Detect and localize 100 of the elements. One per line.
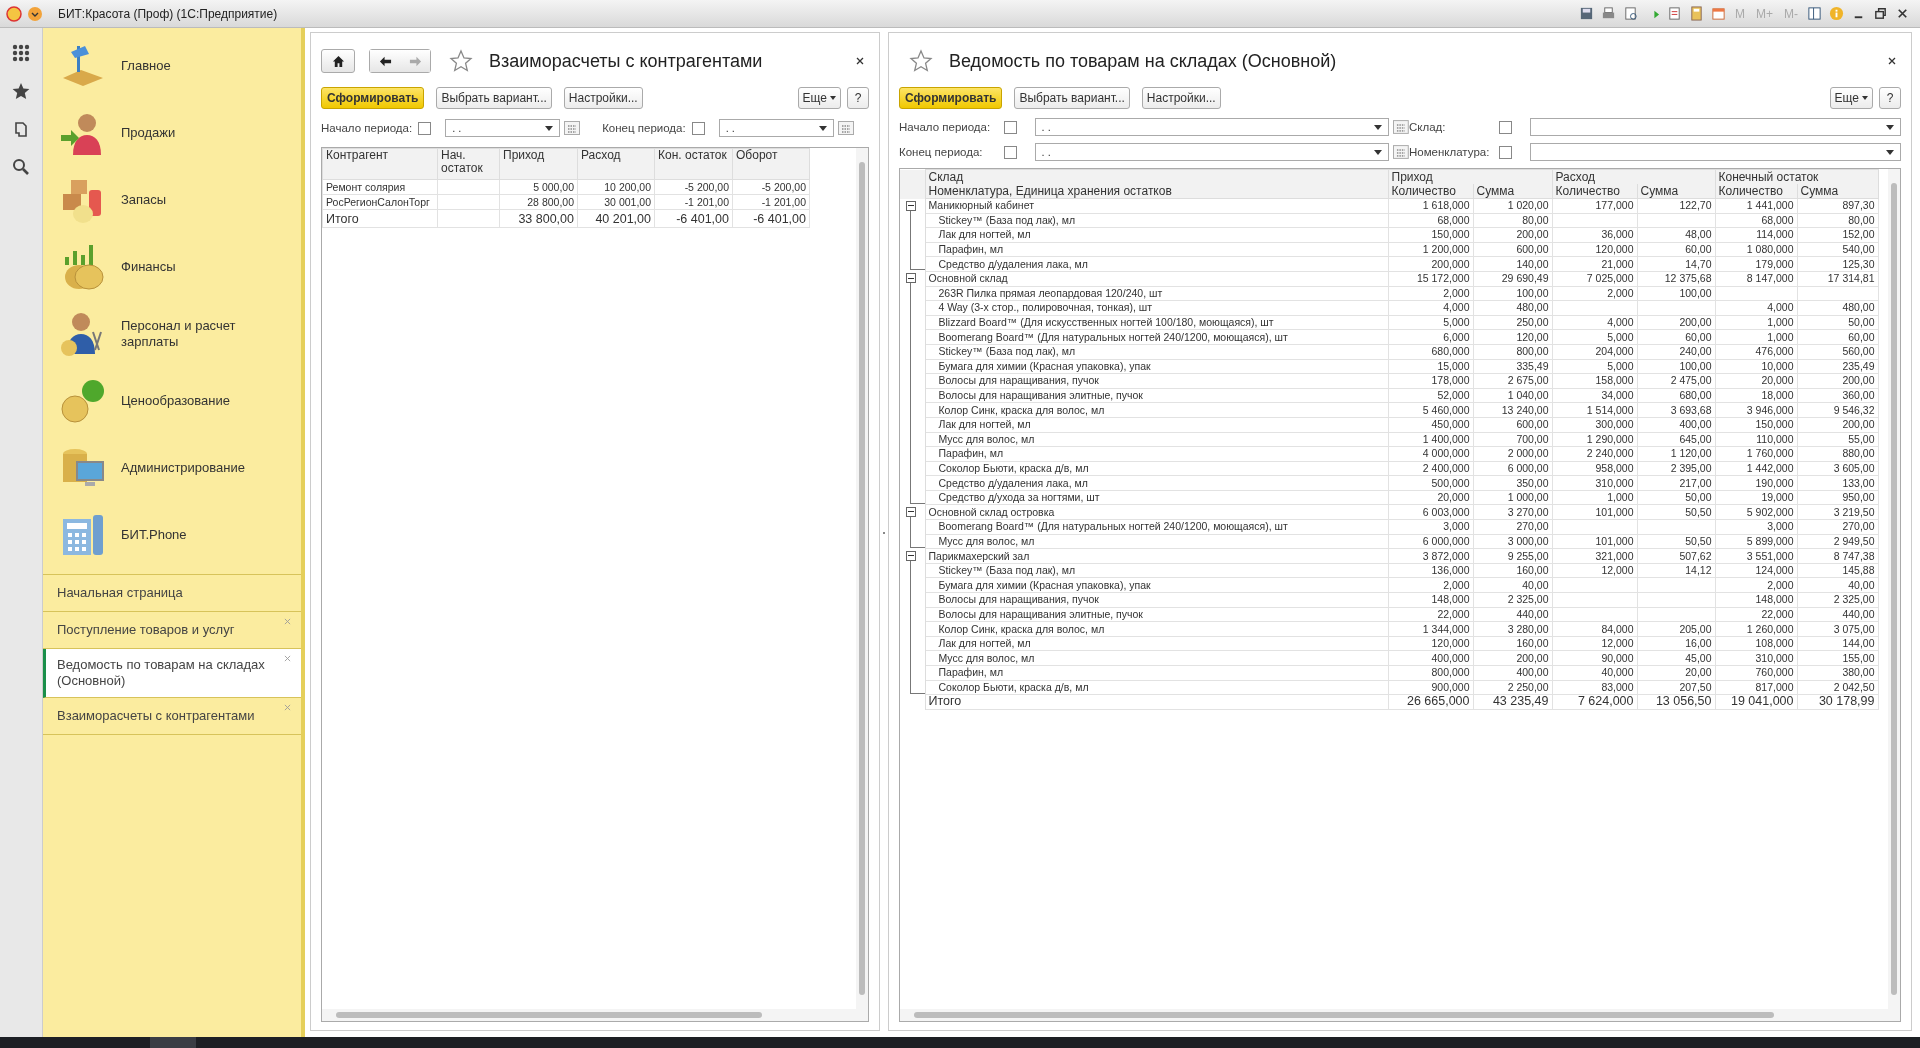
table-cell: Boomerang Board™ (Для натуральных ногтей 240/1200, моющаяся), шт (925, 519, 1388, 535)
more-button[interactable]: Еще (1829, 87, 1873, 109)
checkbox[interactable] (1003, 145, 1017, 159)
table-cell: 5 000,00 (499, 179, 578, 195)
table-cell: 950,00 (1797, 490, 1878, 505)
apps-grid-icon[interactable] (12, 44, 30, 62)
help-button[interactable]: ? (847, 87, 869, 109)
section-link[interactable]: Продажи (121, 124, 251, 141)
calendar-icon[interactable] (837, 121, 854, 135)
checkbox[interactable] (418, 121, 432, 135)
open-window-item[interactable]: Взаиморасчеты с контрагентами (43, 698, 301, 735)
document-icon[interactable] (1623, 6, 1638, 21)
more-button[interactable]: Еще (797, 87, 841, 109)
calendar-icon[interactable] (564, 121, 581, 135)
select-field[interactable] (1530, 118, 1901, 136)
settings-button[interactable]: Настройки... (563, 87, 643, 109)
dropdown-icon[interactable] (1886, 124, 1894, 130)
section-link[interactable]: Администрирование (121, 459, 251, 476)
column-header[interactable]: Приход (499, 148, 578, 180)
variant-button[interactable]: Выбрать вариант... (1014, 87, 1130, 109)
column-header[interactable]: Приход (1388, 169, 1552, 184)
open-window-item[interactable]: Ведомость по товарам на складах (Основной) (43, 649, 301, 698)
collapse-icon[interactable] (906, 506, 916, 517)
column-header[interactable]: Сумма (1797, 184, 1878, 199)
calendar-icon[interactable] (1393, 120, 1409, 134)
app-logo-icon[interactable] (6, 5, 22, 22)
close-icon[interactable] (1895, 6, 1910, 21)
column-header[interactable]: Количество (1715, 184, 1797, 199)
column-header[interactable]: Расход (1552, 169, 1715, 184)
table-cell: 108,000 (1715, 636, 1797, 651)
select-field[interactable] (1530, 143, 1901, 161)
section-link[interactable]: Запасы (121, 191, 251, 208)
dropdown-icon[interactable] (818, 125, 827, 131)
printer-icon[interactable] (1601, 6, 1616, 21)
vertical-scrollbar[interactable] (1888, 169, 1900, 1009)
generate-button[interactable]: Сформировать (321, 87, 425, 109)
column-header[interactable]: Расход (577, 148, 655, 180)
table-cell: 1 200,000 (1388, 242, 1473, 257)
help-button[interactable]: ? (1879, 87, 1901, 109)
table-cell: 100,00 (1473, 286, 1552, 301)
column-header[interactable]: Склад (925, 169, 1388, 184)
checkbox[interactable] (1499, 145, 1512, 159)
section-link[interactable]: Главное (121, 57, 251, 74)
variant-button[interactable]: Выбрать вариант... (436, 87, 552, 109)
collapse-icon[interactable] (906, 200, 916, 211)
column-header[interactable]: Номенклатура, Единица хранения остатков (925, 184, 1388, 199)
generate-button[interactable]: Сформировать (899, 87, 1003, 109)
column-header[interactable]: Конечный остаток (1715, 169, 1878, 184)
dropdown-icon[interactable] (1374, 149, 1383, 155)
date-field[interactable]: . . (445, 119, 561, 137)
date-field[interactable]: . . (718, 119, 834, 137)
star-icon[interactable] (909, 49, 933, 73)
checkbox[interactable] (1003, 120, 1017, 134)
floppy-icon[interactable] (1579, 6, 1594, 21)
table-cell: 507,62 (1637, 548, 1715, 564)
date-field[interactable]: . . (1034, 118, 1390, 136)
table-cell: 240,00 (1637, 344, 1715, 360)
panel-icon[interactable] (1807, 6, 1822, 21)
column-header[interactable]: Оборот (732, 148, 810, 180)
checkbox[interactable] (691, 121, 705, 135)
menu-icon[interactable] (27, 5, 43, 22)
column-header[interactable]: Сумма (1637, 184, 1715, 199)
back-button[interactable] (370, 50, 400, 72)
dropdown-icon[interactable] (545, 125, 554, 131)
collapse-icon[interactable] (906, 550, 916, 561)
section-link[interactable]: БИТ.Phone (121, 526, 251, 543)
date-field[interactable]: . . (1034, 143, 1390, 161)
vertical-scrollbar[interactable] (856, 148, 868, 1009)
section-link[interactable]: Ценообразование (121, 392, 251, 409)
document-icon[interactable] (1667, 6, 1682, 21)
star-icon[interactable] (449, 49, 473, 73)
column-header[interactable]: Нач. остаток (437, 148, 500, 180)
dropdown-icon[interactable] (1886, 149, 1894, 155)
column-header[interactable]: Количество (1388, 184, 1473, 199)
column-header[interactable]: Контрагент (322, 148, 438, 180)
calendar-icon[interactable] (1393, 145, 1409, 159)
section-link[interactable]: Финансы (121, 258, 251, 275)
filter-label: Конец периода: (899, 146, 984, 158)
collapse-icon[interactable] (906, 273, 916, 284)
close-icon[interactable] (855, 56, 865, 66)
calendar-icon[interactable] (1711, 6, 1726, 21)
search-icon[interactable] (12, 158, 30, 176)
home-button[interactable] (321, 49, 355, 73)
table-cell: 28 800,00 (499, 194, 578, 210)
filter-label: Номенклатура: (1409, 146, 1489, 158)
section-link[interactable]: Персонал и расчет зарплаты (121, 317, 251, 350)
star-icon[interactable] (12, 82, 30, 100)
table-cell: 400,000 (1388, 650, 1473, 666)
close-icon[interactable] (1887, 56, 1897, 66)
horizontal-scrollbar[interactable] (900, 1009, 1900, 1021)
calculator-icon[interactable] (1689, 6, 1704, 21)
checkbox[interactable] (1499, 120, 1512, 134)
column-header[interactable]: Кон. остаток (654, 148, 733, 180)
column-header[interactable]: Количество (1552, 184, 1637, 199)
column-header[interactable]: Сумма (1473, 184, 1552, 199)
dropdown-icon[interactable] (1374, 124, 1383, 130)
open-window-item[interactable]: Начальная страница (43, 575, 301, 612)
settings-button[interactable]: Настройки... (1141, 87, 1221, 109)
horizontal-scrollbar[interactable] (322, 1009, 868, 1021)
restore-icon[interactable] (1873, 6, 1888, 21)
